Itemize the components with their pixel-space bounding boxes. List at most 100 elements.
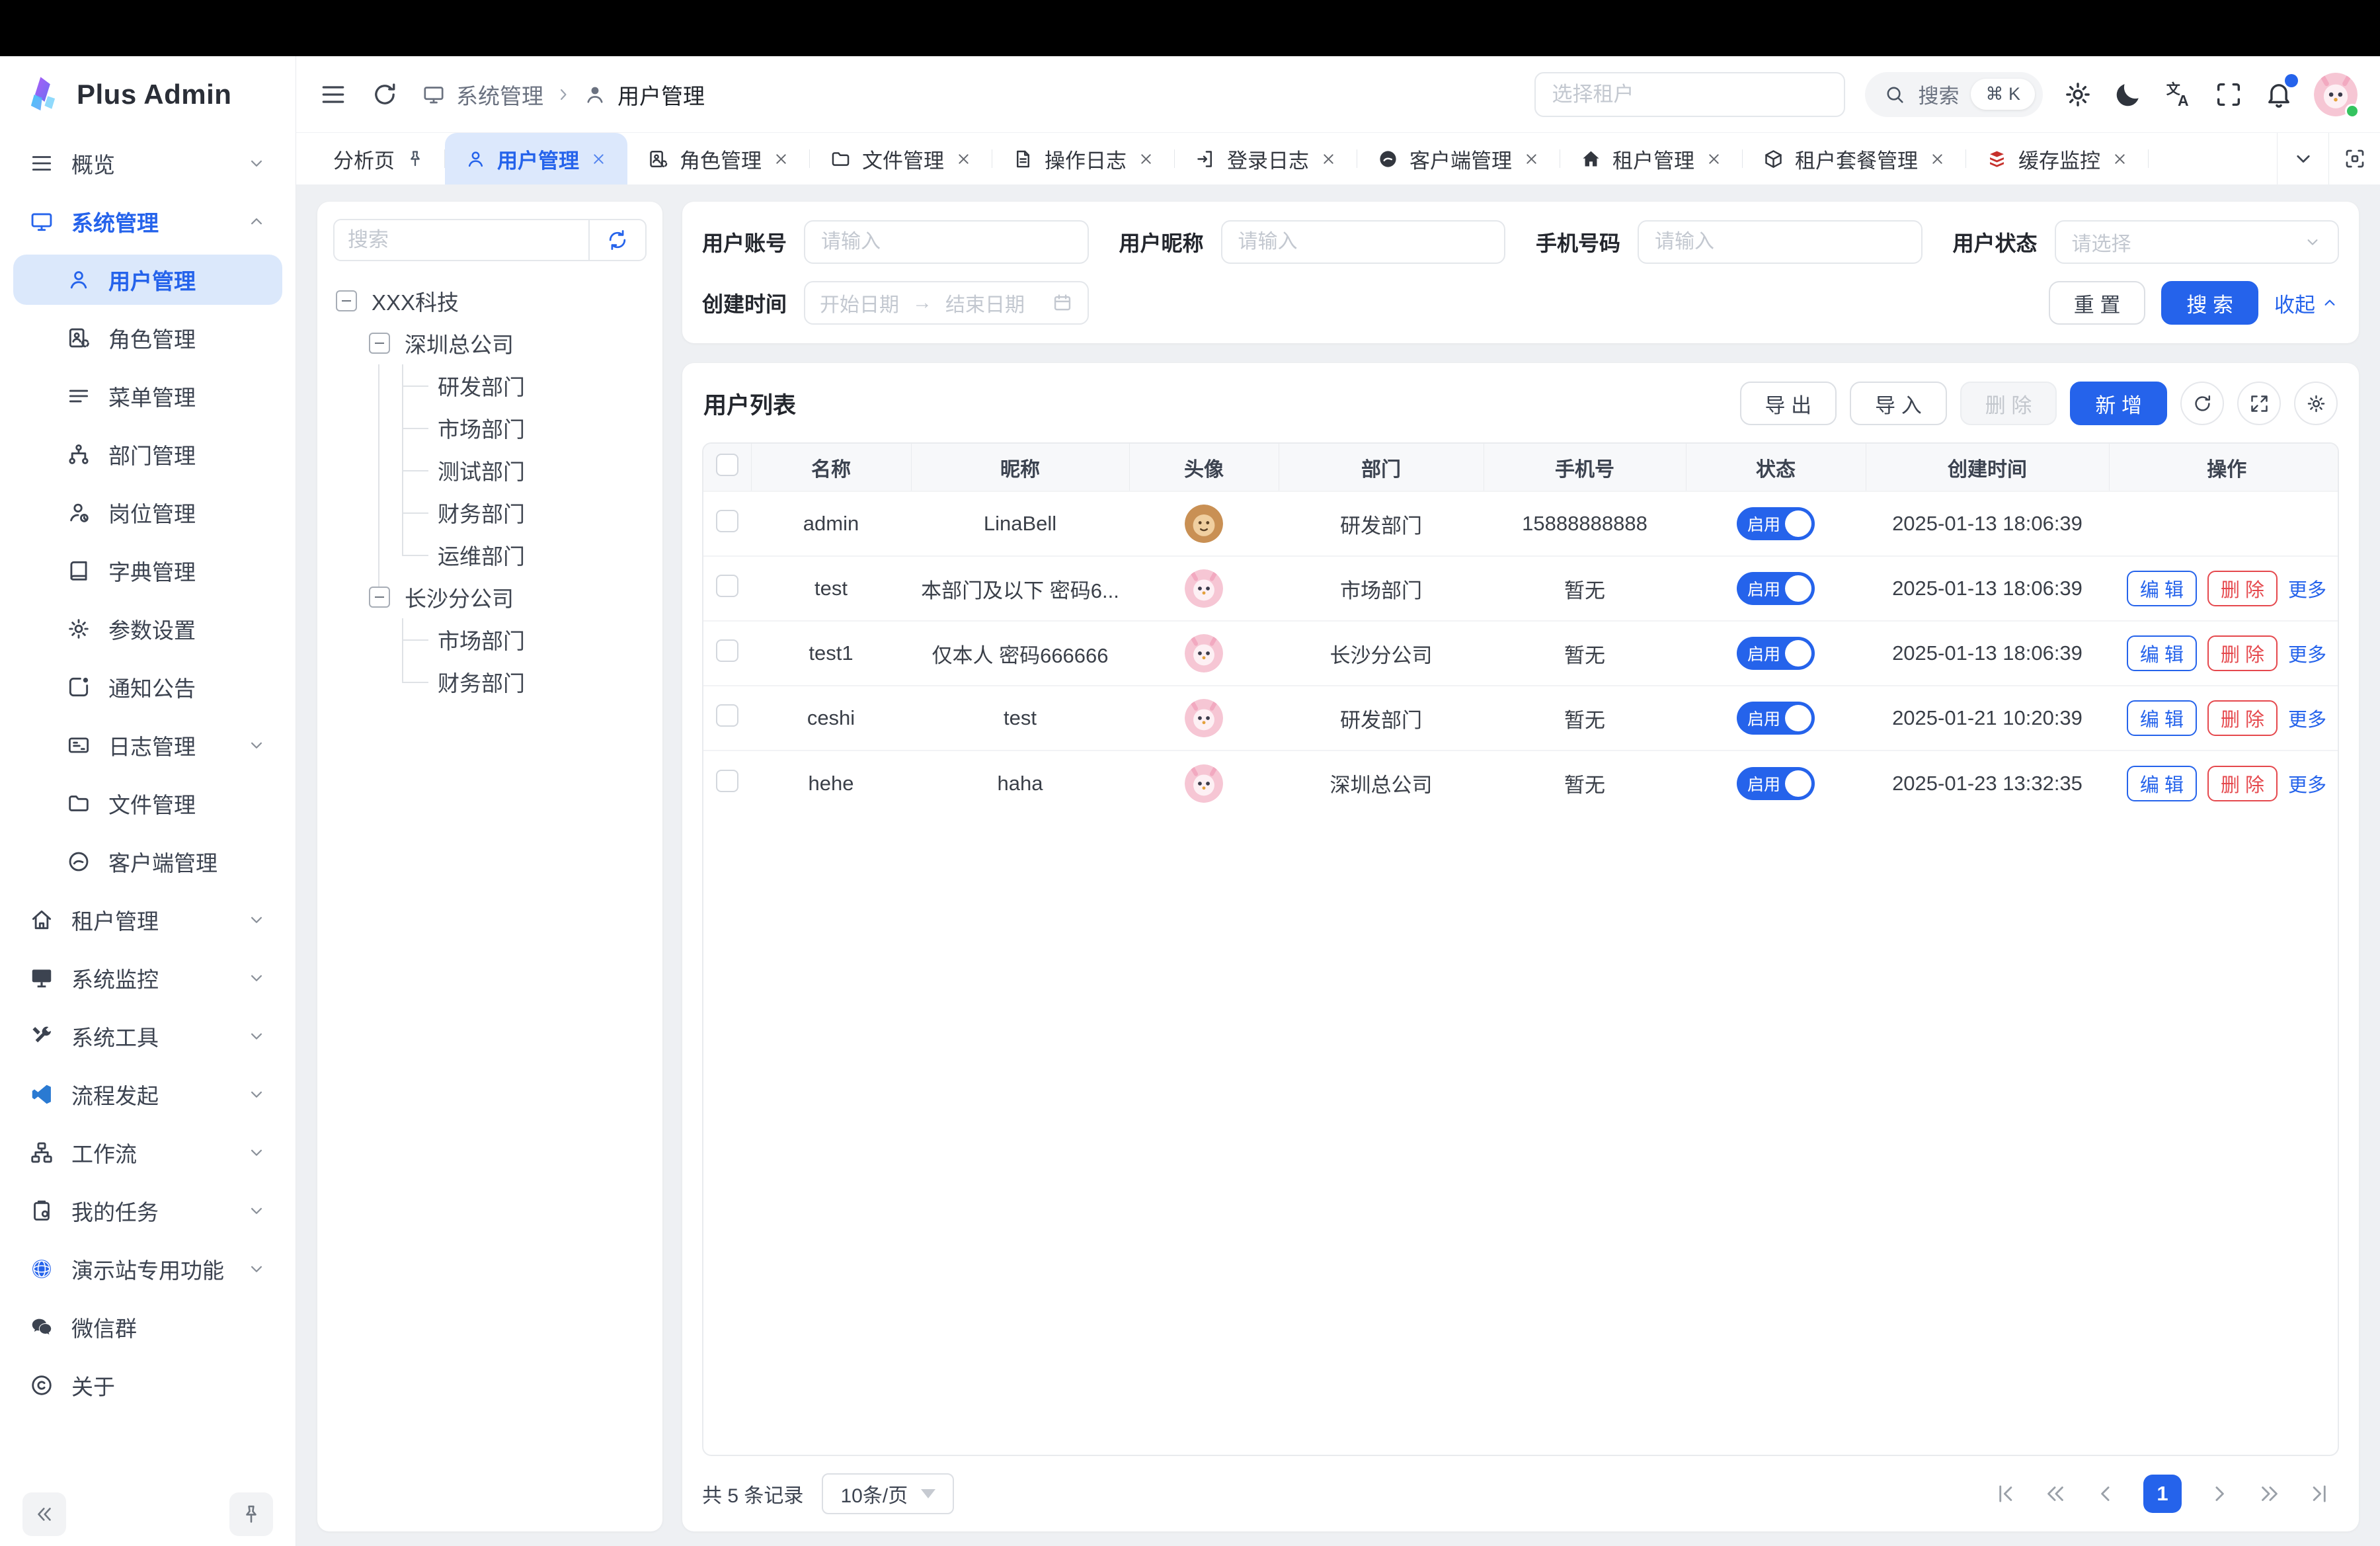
translate-icon[interactable]: 文A	[2163, 79, 2194, 110]
sidebar-item-21[interactable]: 关于	[13, 1360, 282, 1410]
add-button[interactable]: 新 增	[2070, 382, 2167, 425]
next-5-pages-button[interactable]	[2257, 1481, 2282, 1506]
account-input[interactable]	[804, 220, 1088, 264]
edit-button[interactable]: 编 辑	[2127, 766, 2197, 801]
sidebar-item-0[interactable]: 概览	[13, 138, 282, 188]
tab-8[interactable]: 租户套餐管理	[1743, 133, 1966, 184]
tree-node-3[interactable]: 市场部门	[333, 407, 647, 449]
tab-5[interactable]: 登录日志	[1175, 133, 1357, 184]
tab-close-icon[interactable]	[1523, 150, 1540, 168]
first-page-button[interactable]	[1993, 1481, 2018, 1506]
edit-button[interactable]: 编 辑	[2127, 635, 2197, 671]
status-toggle[interactable]: 启用	[1737, 572, 1815, 605]
row-checkbox[interactable]	[716, 770, 738, 792]
tabs-dropdown-button[interactable]	[2277, 133, 2328, 184]
date-range-input[interactable]: 开始日期 → 结束日期	[804, 281, 1088, 325]
page-size-select[interactable]: 10条/页	[822, 1473, 954, 1514]
delete-row-button[interactable]: 删 除	[2207, 635, 2278, 671]
more-actions-link[interactable]: 更多	[2288, 575, 2326, 602]
more-actions-link[interactable]: 更多	[2288, 770, 2326, 797]
tree-node-4[interactable]: 测试部门	[333, 449, 647, 491]
collapse-filters-link[interactable]: 收起	[2274, 288, 2339, 318]
tab-close-icon[interactable]	[590, 150, 608, 168]
user-avatar[interactable]	[2314, 73, 2358, 116]
tab-1[interactable]: 用户管理	[445, 133, 627, 184]
edit-button[interactable]: 编 辑	[2127, 571, 2197, 606]
tab-7[interactable]: 租户管理	[1560, 133, 1743, 184]
sidebar-item-5[interactable]: 部门管理	[13, 429, 282, 479]
sidebar-item-3[interactable]: 角色管理	[13, 313, 282, 363]
row-avatar[interactable]	[1185, 505, 1223, 543]
status-toggle[interactable]: 启用	[1737, 507, 1815, 540]
refresh-page-icon[interactable]	[370, 80, 399, 109]
row-avatar[interactable]	[1185, 699, 1223, 737]
sidebar-item-2[interactable]: 用户管理	[13, 255, 282, 305]
breadcrumb-parent[interactable]: 系统管理	[456, 79, 543, 110]
sidebar-item-14[interactable]: 系统监控	[13, 953, 282, 1003]
tab-close-icon[interactable]	[1320, 150, 1337, 168]
tab-close-icon[interactable]	[1928, 150, 1946, 168]
content-fullscreen-button[interactable]	[2328, 133, 2380, 184]
tree-node-6[interactable]: 运维部门	[333, 534, 647, 576]
sidebar-item-17[interactable]: 工作流	[13, 1127, 282, 1178]
tab-0[interactable]: 分析页	[313, 133, 445, 184]
sidebar-collapse-button[interactable]	[22, 1492, 66, 1536]
row-avatar[interactable]	[1185, 569, 1223, 608]
sidebar-item-15[interactable]: 系统工具	[13, 1011, 282, 1061]
more-actions-link[interactable]: 更多	[2288, 704, 2326, 732]
sidebar-item-12[interactable]: 客户端管理	[13, 836, 282, 887]
tree-expander-icon[interactable]	[369, 333, 390, 354]
sidebar-item-19[interactable]: 演示站专用功能	[13, 1244, 282, 1294]
sidebar-item-9[interactable]: 通知公告	[13, 662, 282, 712]
current-page-button[interactable]: 1	[2143, 1475, 2182, 1513]
row-avatar[interactable]	[1185, 634, 1223, 672]
phone-input[interactable]	[1638, 220, 1922, 264]
row-checkbox[interactable]	[716, 639, 738, 662]
status-toggle[interactable]: 启用	[1737, 637, 1815, 670]
fullscreen-icon[interactable]	[2213, 79, 2244, 110]
tab-close-icon[interactable]	[955, 150, 972, 168]
row-avatar[interactable]	[1185, 764, 1223, 803]
export-button[interactable]: 导 出	[1740, 382, 1837, 425]
tree-node-2[interactable]: 研发部门	[333, 364, 647, 407]
tab-close-icon[interactable]	[1137, 150, 1155, 168]
tab-6[interactable]: 客户端管理	[1357, 133, 1560, 184]
more-actions-link[interactable]: 更多	[2288, 639, 2326, 667]
sidebar-item-6[interactable]: 岗位管理	[13, 487, 282, 538]
tree-node-9[interactable]: 财务部门	[333, 661, 647, 703]
tab-close-icon[interactable]	[772, 150, 790, 168]
tab-2[interactable]: 角色管理	[627, 133, 810, 184]
sidebar-item-16[interactable]: 流程发起	[13, 1069, 282, 1119]
row-checkbox[interactable]	[716, 575, 738, 597]
tree-search-input[interactable]	[335, 220, 588, 260]
tree-refresh-button[interactable]	[588, 220, 645, 260]
tree-node-1[interactable]: 深圳总公司	[333, 322, 647, 364]
table-refresh-button[interactable]	[2180, 382, 2224, 425]
sidebar-item-1[interactable]: 系统管理	[13, 196, 282, 247]
next-page-button[interactable]	[2207, 1481, 2232, 1506]
tab-close-icon[interactable]	[1705, 150, 1723, 168]
dark-mode-moon-icon[interactable]	[2113, 79, 2143, 110]
tree-node-7[interactable]: 长沙分公司	[333, 576, 647, 618]
status-toggle[interactable]: 启用	[1737, 767, 1815, 800]
import-button[interactable]: 导 入	[1850, 382, 1947, 425]
select-all-checkbox[interactable]	[716, 454, 738, 476]
tree-expander-icon[interactable]	[336, 290, 357, 311]
hamburger-menu-icon[interactable]	[319, 80, 348, 109]
tab-close-icon[interactable]	[2111, 150, 2129, 168]
search-button[interactable]: 搜 索	[2161, 281, 2258, 325]
tab-9[interactable]: 缓存监控	[1966, 133, 2149, 184]
sidebar-item-13[interactable]: 租户管理	[13, 895, 282, 945]
gear-icon[interactable]	[2063, 79, 2093, 110]
prev-page-button[interactable]	[2093, 1481, 2118, 1506]
reset-button[interactable]: 重 置	[2049, 281, 2146, 325]
edit-button[interactable]: 编 辑	[2127, 700, 2197, 736]
sidebar-item-11[interactable]: 文件管理	[13, 778, 282, 829]
tree-expander-icon[interactable]	[369, 587, 390, 608]
tab-4[interactable]: 操作日志	[992, 133, 1175, 184]
row-checkbox[interactable]	[716, 510, 738, 532]
prev-5-pages-button[interactable]	[2043, 1481, 2068, 1506]
row-checkbox[interactable]	[716, 704, 738, 727]
sidebar-item-20[interactable]: 微信群	[13, 1302, 282, 1352]
sidebar-item-8[interactable]: 参数设置	[13, 604, 282, 654]
